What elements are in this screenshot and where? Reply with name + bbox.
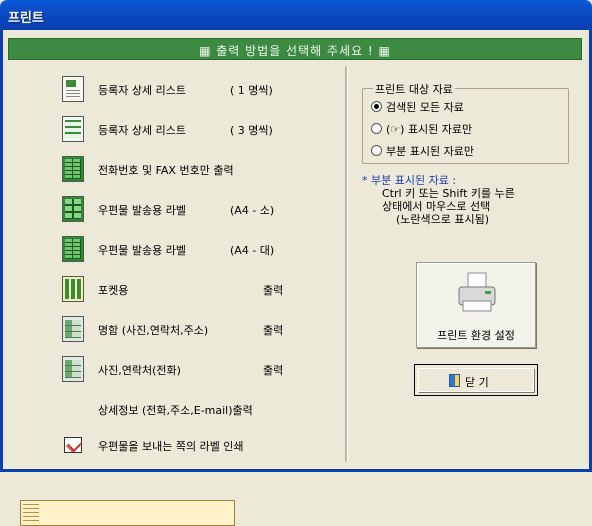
radio-checked-icon[interactable] [371,101,382,112]
radio-marked-only[interactable]: (☞) 표시된 자료만 [371,121,472,137]
radio-label: 검색된 모든 자료 [386,101,464,114]
radio-label: 부분 표시된 자료만 [386,145,474,158]
business-card-icon[interactable] [62,316,84,342]
print-options-panel: 등록자 상세 리스트 ( 1 명씩) 등록자 상세 리스트 ( 3 명씩) 전화… [8,66,343,526]
option-label-small[interactable]: 우편물 발송용 라벨 (A4 - 소) [8,192,338,226]
single-card-icon[interactable] [62,76,84,102]
option-label: 사진,연락처(전화) [98,364,181,377]
title-bar: 프린트 [0,0,592,30]
instruction-banner: ▦ 출력 방법을 선택해 주세요 ! ▦ [8,38,582,60]
pocket-icon[interactable] [62,276,84,302]
option-detail-info[interactable]: 상세정보 (전화,주소,E-mail)출력 [8,392,338,526]
option-detail-list-1[interactable]: 등록자 상세 리스트 ( 1 명씩) [8,72,338,106]
option-label: 우편물 발송용 라벨 [98,204,186,217]
close-button[interactable]: 닫 기 [414,364,538,396]
note-line: 상태에서 마우스로 선택 [382,200,491,213]
option-suffix: ( 3 명씩) [230,124,273,137]
option-sender-label[interactable]: 우편물을 보내는 쪽의 라벨 인쇄 [8,428,338,462]
note-line: Ctrl 키 또는 Shift 키를 누른 [382,187,515,200]
option-phone-fax[interactable]: 전화번호 및 FAX 번호만 출력 [8,152,338,186]
option-label: 포켓용 [98,284,129,297]
option-label: 전화번호 및 FAX 번호만 출력 [98,164,234,177]
exit-door-icon [449,374,460,387]
option-suffix: (A4 - 대) [230,244,275,257]
print-setup-button[interactable]: 프린트 환경 설정 [416,262,536,348]
option-suffix: (A4 - 소) [230,204,275,217]
label-small-icon[interactable] [62,196,84,222]
radio-all-searched[interactable]: 검색된 모든 자료 [371,99,464,115]
note-line: (노란색으로 표시됨) [396,213,490,226]
option-business-card[interactable]: 명함 (사진,연락처,주소) 출력 [8,312,338,346]
group-legend: 프린트 대상 자료 [373,81,455,97]
radio-icon[interactable] [371,123,382,134]
option-suffix: 출력 [263,324,284,337]
option-suffix: ( 1 명씩) [230,84,273,97]
option-pocket[interactable]: 포켓용 출력 [8,272,338,306]
option-label-large[interactable]: 우편물 발송용 라벨 (A4 - 대) [8,232,338,266]
detail-info-icon[interactable] [20,500,235,526]
radio-partial-only[interactable]: 부분 표시된 자료만 [371,143,474,159]
option-label: 우편물을 보내는 쪽의 라벨 인쇄 [98,440,244,453]
option-detail-list-3[interactable]: 등록자 상세 리스트 ( 3 명씩) [8,112,338,146]
envelope-icon[interactable] [64,437,82,453]
printer-icon [458,272,496,312]
print-target-panel: 프린트 대상 자료 검색된 모든 자료 (☞) 표시된 자료만 부분 표시된 자… [350,66,582,462]
phone-grid-icon[interactable] [62,156,84,182]
panel-divider [345,66,348,462]
radio-icon[interactable] [371,145,382,156]
triple-list-icon[interactable] [62,116,84,142]
photo-contact-icon[interactable] [62,356,84,382]
radio-label: (☞) 표시된 자료만 [386,123,473,136]
close-label: 닫 기 [465,376,489,389]
print-setup-label: 프린트 환경 설정 [437,329,515,342]
banner-text: ▦ 출력 방법을 선택해 주세요 ! ▦ [199,44,391,58]
partial-selection-note: * 부분 표시된 자료 : Ctrl 키 또는 Shift 키를 누른 상태에서… [362,174,577,226]
option-photo-contact[interactable]: 사진,연락처(전화) 출력 [8,352,338,386]
window-title: 프린트 [8,11,44,26]
option-label: 명함 (사진,연락처,주소) [98,324,209,337]
label-large-icon[interactable] [62,236,84,262]
option-suffix: 출력 [263,364,284,377]
option-label: 상세정보 (전화,주소,E-mail)출력 [98,404,253,417]
note-heading: * 부분 표시된 자료 : [362,174,457,187]
option-label: 등록자 상세 리스트 [98,124,186,137]
option-label: 우편물 발송용 라벨 [98,244,186,257]
option-label: 등록자 상세 리스트 [98,84,186,97]
print-target-group: 프린트 대상 자료 검색된 모든 자료 (☞) 표시된 자료만 부분 표시된 자… [362,81,569,164]
option-suffix: 출력 [263,284,284,297]
